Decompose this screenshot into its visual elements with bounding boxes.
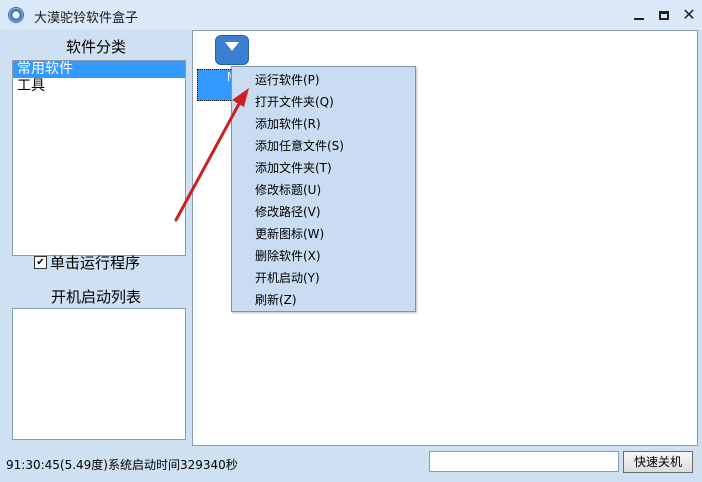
download-arrow-icon[interactable]	[215, 35, 249, 65]
status-input-field[interactable]	[429, 451, 619, 472]
clock-readout: 91:30:45(5.49度)	[6, 458, 108, 472]
startup-list[interactable]	[12, 308, 186, 440]
maximize-icon	[659, 10, 669, 20]
menu-item-startup[interactable]: 开机启动(Y)	[255, 269, 320, 287]
startup-list-header: 开机启动列表	[50, 288, 141, 306]
left-panel: 软件分类 常用软件 工具 ✔ 单击运行程序 开机启动列表	[4, 30, 188, 446]
window-title: 大漠驼铃软件盒子	[34, 11, 139, 26]
menu-item-delete[interactable]: 删除软件(X)	[255, 247, 321, 265]
status-bar: 91:30:45(5.49度) 系统启动时间329340秒 快速关机	[0, 446, 702, 482]
minimize-button[interactable]	[628, 4, 650, 26]
menu-item-run[interactable]: 运行软件(P)	[255, 71, 320, 89]
close-button[interactable]: ✕	[678, 4, 700, 26]
category-header: 软件分类	[65, 38, 126, 56]
menu-item-update-icon[interactable]: 更新图标(W)	[255, 225, 324, 243]
title-bar: 大漠驼铃软件盒子 ✕	[0, 0, 702, 30]
quick-shutdown-button[interactable]: 快速关机	[623, 451, 693, 473]
single-click-run-checkbox[interactable]: ✔	[34, 256, 47, 269]
single-click-run-option[interactable]: ✔ 单击运行程序	[34, 252, 140, 273]
context-menu: 运行软件(P) 打开文件夹(Q) 添加软件(R) 添加任意文件(S) 添加文件夹…	[231, 66, 416, 312]
category-item-common[interactable]: 常用软件	[13, 61, 185, 78]
menu-item-refresh[interactable]: 刷新(Z)	[255, 291, 297, 309]
menu-item-edit-title[interactable]: 修改标题(U)	[255, 181, 321, 199]
minimize-icon	[634, 18, 644, 20]
menu-item-open-folder[interactable]: 打开文件夹(Q)	[255, 93, 334, 111]
menu-item-add-folder[interactable]: 添加文件夹(T)	[255, 159, 332, 177]
menu-item-add-any-file[interactable]: 添加任意文件(S)	[255, 137, 344, 155]
app-icon	[8, 7, 24, 23]
single-click-run-label: 单击运行程序	[50, 254, 141, 272]
category-item-tools[interactable]: 工具	[13, 78, 185, 95]
close-icon: ✕	[682, 5, 696, 24]
category-list[interactable]: 常用软件 工具	[12, 60, 186, 256]
maximize-button[interactable]	[653, 4, 675, 26]
menu-item-edit-path[interactable]: 修改路径(V)	[255, 203, 321, 221]
uptime-readout: 系统启动时间329340秒	[108, 458, 238, 472]
menu-item-add-software[interactable]: 添加软件(R)	[255, 115, 321, 133]
